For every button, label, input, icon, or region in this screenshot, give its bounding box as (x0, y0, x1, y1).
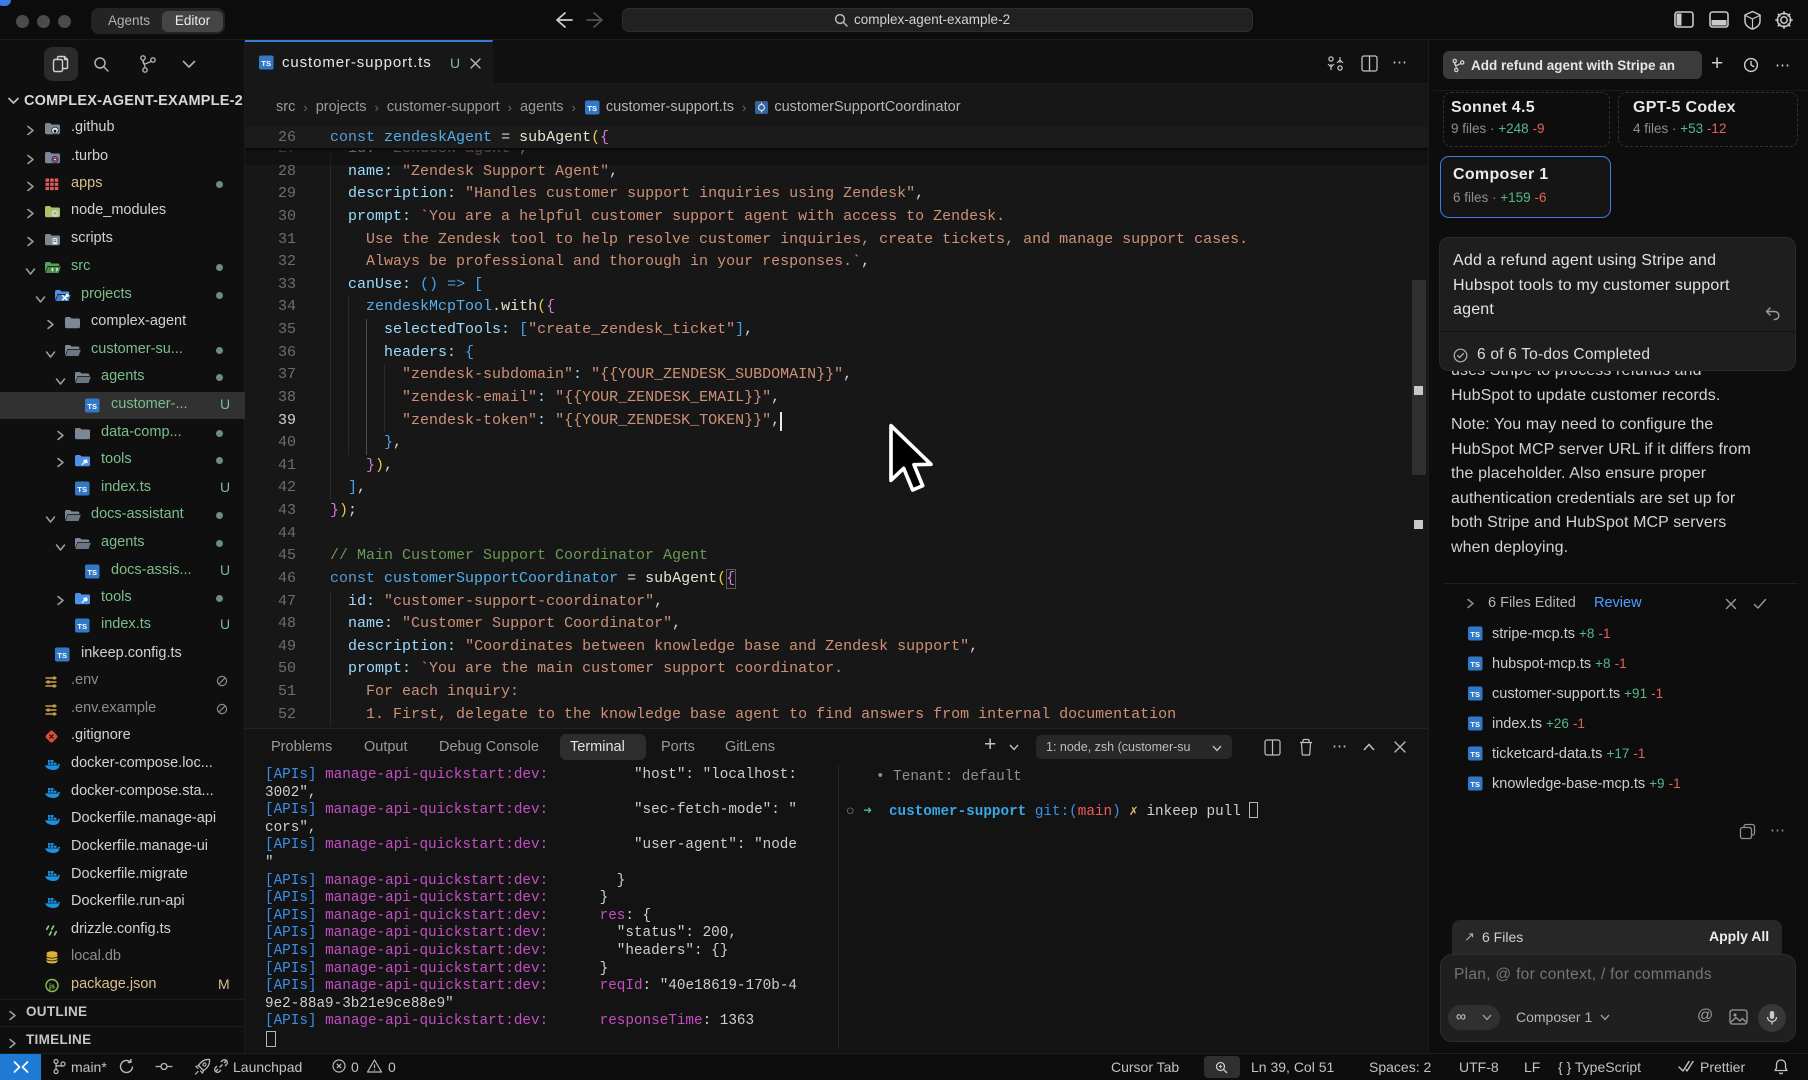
svg-text:TS: TS (87, 568, 97, 577)
svg-text:TS: TS (1470, 750, 1480, 759)
svg-text:TS: TS (1470, 660, 1480, 669)
svg-text:TS: TS (77, 622, 87, 631)
svg-text:TS: TS (1470, 780, 1480, 789)
svg-text:TS: TS (1470, 720, 1480, 729)
svg-text:TS: TS (1470, 690, 1480, 699)
svg-text:TS: TS (87, 402, 97, 411)
svg-text:TS: TS (77, 485, 87, 494)
svg-text:js: js (48, 983, 55, 990)
svg-text:TS: TS (57, 651, 67, 660)
svg-text:TS: TS (1470, 630, 1480, 639)
svg-text:TS: TS (261, 59, 271, 68)
